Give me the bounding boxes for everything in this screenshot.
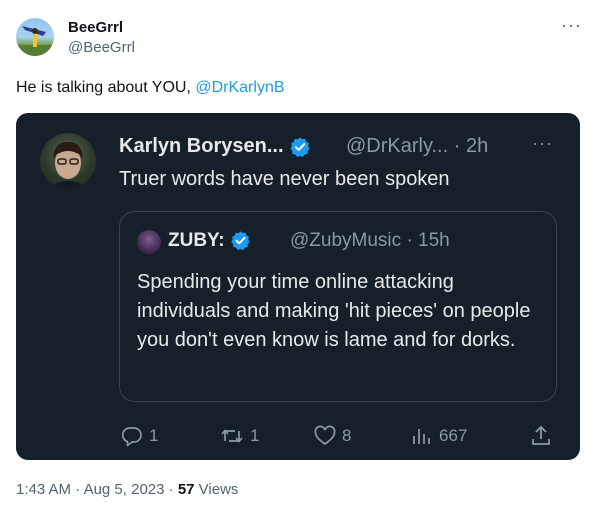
tweet-text: He is talking about YOU, @DrKarlynB	[16, 79, 285, 97]
tweet-text-prefix: He is talking about YOU,	[16, 79, 196, 96]
author-avatar[interactable]	[16, 18, 54, 56]
screenshot-text: Truer words have never been spoken	[119, 168, 450, 190]
author-handle[interactable]: @BeeGrrl	[68, 39, 135, 56]
quote-author-name-text: ZUBY:	[168, 230, 225, 251]
retweet-icon	[221, 429, 243, 443]
retweet-action: 1	[218, 424, 259, 448]
meta-separator: ·	[168, 481, 174, 498]
reply-count: 1	[149, 426, 159, 445]
meta-separator: ·	[75, 481, 81, 498]
more-options-icon[interactable]: ···	[561, 15, 582, 36]
heart-icon	[314, 425, 336, 446]
tweet-metadata: 1:43 AM · Aug 5, 2023 · 57 Views	[16, 481, 238, 498]
views-label: Views	[198, 481, 239, 498]
quote-author-avatar	[137, 230, 161, 254]
screenshot-time: · 2h	[453, 135, 489, 157]
quote-author-name: ZUBY:	[168, 230, 251, 252]
share-icon	[532, 425, 550, 445]
views-action: 667	[409, 424, 467, 448]
verified-badge-icon	[290, 137, 310, 157]
analytics-icon	[413, 429, 430, 444]
reply-icon	[121, 427, 142, 447]
author-name[interactable]: BeeGrrl	[68, 19, 123, 36]
screenshot-action-bar: 1 1 8 667	[16, 424, 580, 450]
embedded-screenshot[interactable]: Karlyn Borysen... @DrKarly... · 2h ··· T…	[16, 113, 580, 460]
like-action: 8	[312, 424, 351, 448]
screenshot-handle-text: @DrKarly...	[346, 135, 449, 157]
screenshot-author-name: Karlyn Borysen...	[119, 135, 311, 158]
quote-handle-text: @ZubyMusic	[290, 230, 402, 251]
screenshot-author-name-text: Karlyn Borysen...	[119, 135, 284, 157]
screenshot-handle: @DrKarly... · 2h	[346, 135, 488, 158]
quote-time: · 15h	[406, 230, 450, 251]
quoted-tweet: ZUBY: @ZubyMusic · 15h Spending your tim…	[119, 211, 557, 402]
views-count: 667	[439, 426, 468, 445]
retweet-count: 1	[250, 426, 260, 445]
quote-text: Spending your time online attacking indi…	[137, 271, 531, 351]
quote-handle: @ZubyMusic · 15h	[290, 230, 450, 252]
tweet-time[interactable]: 1:43 AM	[16, 481, 71, 498]
reply-action: 1	[119, 424, 158, 448]
share-action	[528, 424, 554, 448]
tweet-date[interactable]: Aug 5, 2023	[84, 481, 165, 498]
verified-badge-icon	[231, 231, 250, 251]
mention-link[interactable]: @DrKarlynB	[195, 79, 284, 96]
screenshot-more-icon: ···	[532, 133, 553, 153]
views-count-bold: 57	[177, 481, 195, 498]
like-count: 8	[342, 426, 352, 445]
screenshot-author-avatar	[40, 133, 96, 189]
